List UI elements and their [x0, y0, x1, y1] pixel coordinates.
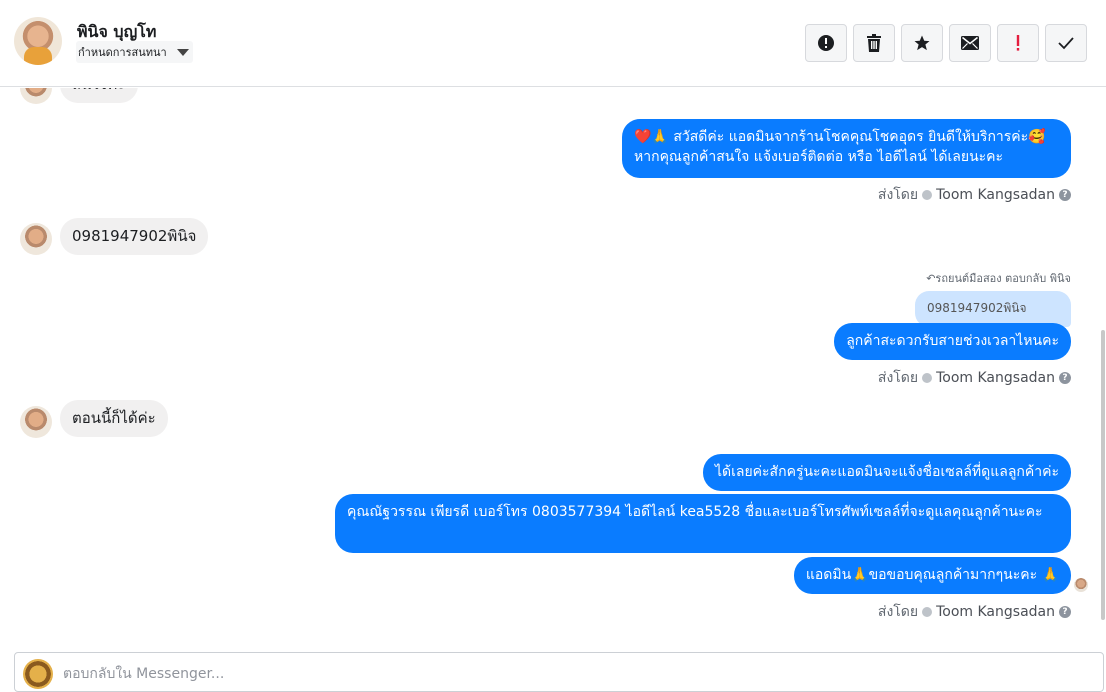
conversation-settings-label: กำหนดการสนทนา: [78, 46, 167, 59]
conversation-settings-dropdown[interactable]: กำหนดการสนทนา: [76, 41, 193, 63]
scrollbar[interactable]: [1101, 330, 1105, 620]
reply-note: ↶รถยนต์มือสอง ตอบกลับ พินิจ: [926, 272, 1071, 285]
message-line: ❤️🙏 สวัสดีค่ะ แอดมินจากร้านโชคคุณโชคอุดร…: [634, 129, 1046, 145]
mark-unread-button[interactable]: [949, 24, 991, 62]
envelope-icon: [961, 36, 979, 50]
sent-by-label: ส่งโดย: [877, 604, 919, 620]
message-thread[interactable]: สนใจค่ะ ❤️🙏 สวัสดีค่ะ แอดมินจากร้านโชคคุ…: [0, 88, 1106, 650]
sender-avatar[interactable]: [20, 88, 52, 104]
sent-by-label: ส่งโดย: [877, 370, 919, 386]
help-icon[interactable]: ?: [1059, 606, 1071, 618]
sender-name[interactable]: Toom Kangsadan: [936, 604, 1055, 620]
trash-icon: [867, 34, 881, 52]
outgoing-message: แอดมิน🙏ขอขอบคุณลูกค้ามากๆนะคะ 🙏: [793, 557, 1071, 594]
sender-name[interactable]: Toom Kangsadan: [936, 187, 1055, 203]
help-icon[interactable]: ?: [1059, 372, 1071, 384]
verified-dot-icon: [922, 607, 933, 617]
alert-circle-icon: [818, 35, 834, 51]
reply-input[interactable]: ตอบกลับใน Messenger...: [63, 663, 224, 685]
quoted-message[interactable]: 0981947902พินิจ: [915, 291, 1071, 327]
sent-by-info: ส่งโดย Toom Kangsadan ?: [878, 601, 1071, 623]
caret-down-icon: [176, 48, 189, 56]
exclamation-icon: [1016, 35, 1020, 51]
spam-button[interactable]: [805, 24, 847, 62]
star-icon: [914, 35, 930, 51]
important-button[interactable]: [997, 24, 1039, 62]
sender-avatar[interactable]: [20, 223, 52, 255]
header-actions: [805, 24, 1087, 62]
mark-done-button[interactable]: [1045, 24, 1087, 62]
sent-by-label: ส่งโดย: [877, 187, 919, 203]
outgoing-message: ลูกค้าสะดวกรับสายช่วงเวลาไหนคะ: [834, 323, 1071, 360]
verified-dot-icon: [922, 373, 933, 383]
incoming-message: สนใจค่ะ: [60, 88, 138, 103]
delete-button[interactable]: [853, 24, 895, 62]
outgoing-message: ได้เลยค่ะสักครู่นะคะแอดมินจะแจ้งชื่อเซลล…: [702, 454, 1071, 491]
page-avatar: [23, 659, 53, 689]
contact-avatar[interactable]: [14, 17, 62, 65]
sent-by-info: ส่งโดย Toom Kangsadan ?: [878, 184, 1071, 206]
outgoing-message: ❤️🙏 สวัสดีค่ะ แอดมินจากร้านโชคคุณโชคอุดร…: [622, 119, 1071, 178]
incoming-message: ตอนนี้ก็ได้ค่ะ: [60, 400, 168, 437]
sender-avatar[interactable]: [20, 406, 52, 438]
message-composer[interactable]: ตอบกลับใน Messenger...: [14, 652, 1104, 692]
checkmark-icon: [1058, 37, 1074, 50]
verified-dot-icon: [922, 190, 933, 200]
seen-indicator-avatar: [1074, 578, 1088, 592]
help-icon[interactable]: ?: [1059, 189, 1071, 201]
outgoing-message: คุณณัฐวรรณ เพียรดี เบอร์โทร 0803577394 ไ…: [335, 494, 1071, 553]
incoming-message: 0981947902พินิจ: [60, 218, 209, 255]
message-line: หากคุณลูกค้าสนใจ แจ้งเบอร์ติดต่อ หรือ ไอ…: [634, 149, 1004, 165]
sent-by-info: ส่งโดย Toom Kangsadan ?: [878, 367, 1071, 389]
conversation-header: พินิจ บุญโท กำหนดการสนทนา: [0, 0, 1106, 87]
sender-name[interactable]: Toom Kangsadan: [936, 370, 1055, 386]
star-button[interactable]: [901, 24, 943, 62]
